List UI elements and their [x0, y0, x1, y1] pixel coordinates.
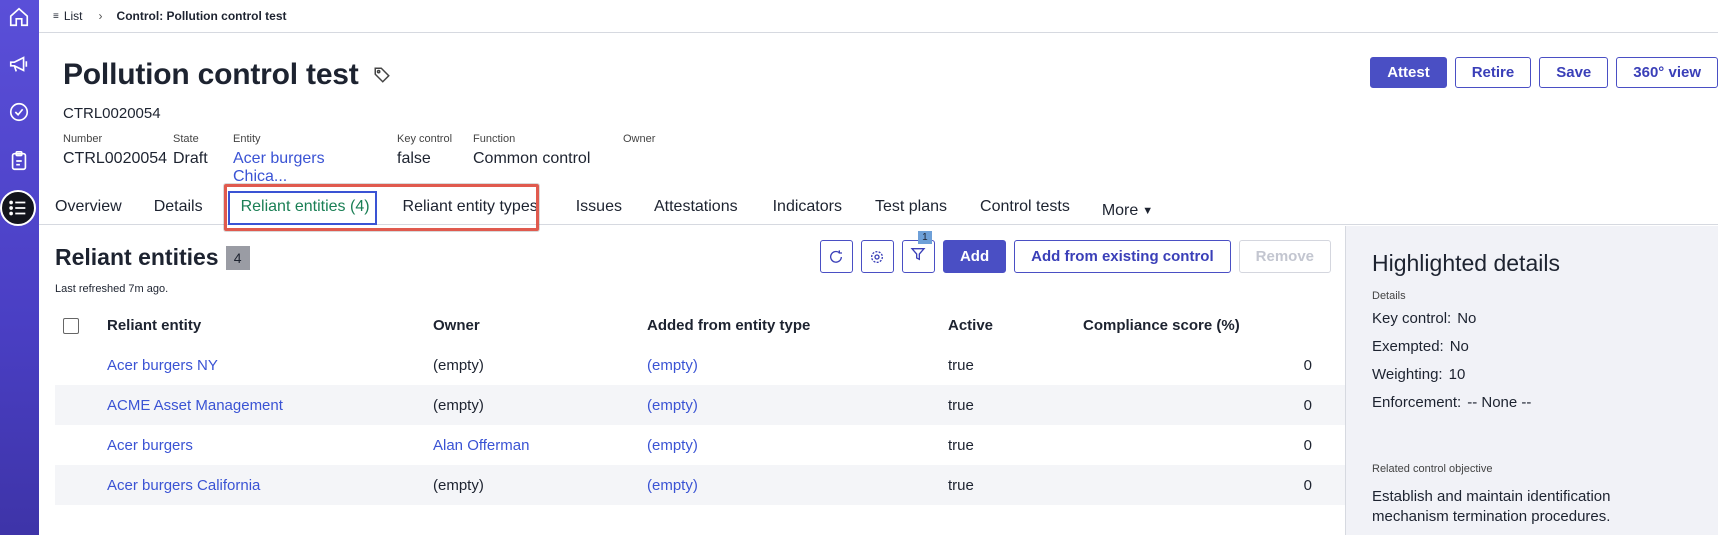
select-all-cell — [55, 306, 107, 345]
table-row: Acer burgers Alan Offerman (empty) true … — [55, 425, 1345, 465]
side-rail — [0, 0, 39, 535]
record-id: CTRL0020054 — [63, 105, 161, 122]
list-toolbar: 1 Add Add from existing control Remove — [819, 231, 1331, 273]
score-cell: 0 — [1303, 356, 1312, 374]
filter-count-badge: 1 — [917, 231, 932, 244]
main-content: Reliant entities 4 Last refreshed 7m ago… — [39, 226, 1345, 535]
record-fields: Number CTRL0020054 State Draft Entity Ac… — [63, 133, 655, 186]
filter-icon — [910, 246, 926, 267]
refresh-icon[interactable] — [819, 240, 853, 273]
entity-link[interactable]: Acer burgers NY — [107, 345, 433, 385]
active-cell: true — [948, 356, 974, 374]
entity-link[interactable]: Acer burgers — [107, 425, 433, 465]
count-badge: 4 — [225, 245, 250, 270]
list-small-icon: ≡ — [53, 10, 59, 22]
owner-link[interactable]: Alan Offerman — [433, 425, 647, 465]
tab-control-tests[interactable]: Control tests — [964, 188, 1086, 224]
owner-cell: (empty) — [433, 356, 484, 374]
clipboard-icon[interactable] — [4, 146, 34, 176]
owner-cell: (empty) — [433, 465, 647, 505]
highlighted-details-panel: Highlighted details Details Key control:… — [1345, 226, 1718, 535]
tab-indicators[interactable]: Indicators — [757, 188, 859, 224]
score-cell: 0 — [1083, 385, 1312, 425]
panel-key-control: Key control: No — [1372, 310, 1477, 327]
column-header-owner[interactable]: Owner — [433, 306, 647, 345]
check-circle-icon[interactable] — [4, 97, 34, 127]
tag-icon[interactable] — [373, 66, 391, 84]
breadcrumb-separator-icon: › — [98, 9, 103, 23]
owner-cell: (empty) — [433, 385, 647, 425]
retire-button[interactable]: Retire — [1454, 57, 1532, 88]
table-row: Acer burgers NY (empty) (empty) true 0 — [55, 345, 1345, 385]
entity-type-link[interactable]: (empty) — [647, 425, 948, 465]
list-icon[interactable] — [0, 190, 36, 226]
table-row: ACME Asset Management (empty) (empty) tr… — [55, 385, 1345, 425]
score-cell: 0 — [1303, 436, 1312, 454]
column-header-compliance-score[interactable]: Compliance score (%) — [1083, 306, 1312, 345]
select-all-checkbox[interactable] — [63, 317, 79, 334]
panel-enforcement: Enforcement: -- None -- — [1372, 394, 1532, 411]
title-row: Pollution control test — [63, 58, 391, 92]
tab-overview[interactable]: Overview — [39, 188, 138, 224]
panel-weighting: Weighting: 10 — [1372, 366, 1466, 383]
breadcrumb-list-link[interactable]: ≡ List — [53, 9, 83, 23]
active-cell: true — [948, 385, 1083, 425]
field-state: State Draft — [173, 133, 208, 167]
page-title: Pollution control test — [63, 58, 359, 91]
tab-issues[interactable]: Issues — [560, 188, 638, 224]
entity-link[interactable]: ACME Asset Management — [107, 385, 433, 425]
panel-objective-text: Establish and maintain identification me… — [1372, 488, 1611, 525]
table-row: Acer burgers California (empty) (empty) … — [55, 465, 1345, 505]
entity-link[interactable]: Acer burgers California — [107, 465, 433, 505]
entity-type-link[interactable]: (empty) — [647, 345, 948, 385]
megaphone-icon[interactable] — [4, 49, 34, 79]
column-header-reliant-entity[interactable]: Reliant entity — [107, 306, 433, 345]
active-cell: true — [948, 465, 1083, 505]
header-actions: Attest Retire Save 360° view — [1370, 57, 1718, 88]
panel-title: Highlighted details — [1372, 250, 1560, 276]
field-function: Function Common control — [473, 133, 591, 167]
field-entity: Entity Acer burgers Chica... — [233, 133, 381, 186]
panel-exempted: Exempted: No — [1372, 338, 1469, 355]
tab-test-plans[interactable]: Test plans — [859, 188, 964, 224]
reliant-entities-table: Reliant entity Owner Added from entity t… — [55, 306, 1345, 505]
add-button[interactable]: Add — [942, 240, 1007, 273]
tab-attestations[interactable]: Attestations — [638, 188, 757, 224]
chevron-down-icon: ▼ — [1142, 205, 1154, 217]
tab-more[interactable]: More ▼ — [1086, 188, 1169, 224]
breadcrumb: ≡ List › Control: Pollution control test — [39, 0, 1718, 33]
gear-icon[interactable] — [860, 240, 894, 273]
column-header-spacer — [1312, 306, 1345, 345]
attest-button[interactable]: Attest — [1370, 57, 1447, 88]
panel-objective-label: Related control objective — [1372, 463, 1493, 475]
view-360-button[interactable]: 360° view — [1616, 57, 1718, 88]
active-cell: true — [948, 436, 974, 454]
entity-type-link[interactable]: (empty) — [647, 385, 948, 425]
column-header-entity-type[interactable]: Added from entity type — [647, 306, 948, 345]
tab-details[interactable]: Details — [138, 188, 229, 224]
section-header: Reliant entities 4 — [55, 244, 250, 271]
remove-button[interactable]: Remove — [1238, 240, 1331, 273]
score-cell: 0 — [1083, 465, 1312, 505]
table-header-row: Reliant entity Owner Added from entity t… — [55, 306, 1345, 345]
field-key-control: Key control false — [397, 133, 453, 167]
tab-focus-ring — [228, 191, 377, 225]
breadcrumb-current: Control: Pollution control test — [116, 9, 287, 23]
section-title: Reliant entities — [55, 244, 219, 270]
filter-button[interactable]: 1 — [901, 231, 935, 273]
panel-details-label: Details — [1372, 290, 1406, 302]
entity-link[interactable]: Acer burgers Chica... — [233, 150, 381, 186]
column-header-active[interactable]: Active — [948, 306, 1083, 345]
save-button[interactable]: Save — [1539, 57, 1609, 88]
add-from-existing-button[interactable]: Add from existing control — [1014, 240, 1231, 273]
field-owner: Owner — [623, 133, 656, 145]
field-number: Number CTRL0020054 — [63, 133, 168, 167]
home-icon[interactable] — [4, 2, 34, 32]
entity-type-link[interactable]: (empty) — [647, 465, 948, 505]
last-refreshed: Last refreshed 7m ago. — [55, 283, 169, 295]
